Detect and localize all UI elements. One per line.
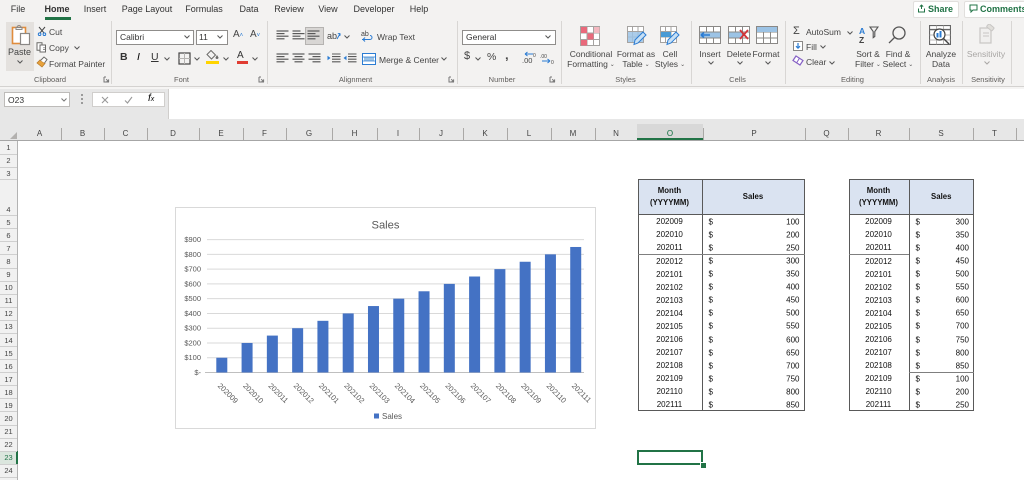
svg-text:.00: .00 — [522, 56, 532, 64]
svg-text:$700: $700 — [184, 265, 201, 274]
svg-text:$300: $300 — [184, 324, 201, 333]
svg-text:.00: .00 — [540, 54, 547, 60]
svg-text:Sales: Sales — [372, 220, 400, 232]
svg-text:$500: $500 — [184, 294, 201, 303]
svg-text:$100: $100 — [184, 353, 201, 362]
svg-text:0: 0 — [551, 60, 554, 64]
svg-text:$200: $200 — [184, 338, 201, 347]
svg-text:$800: $800 — [184, 250, 201, 259]
svg-text:$-: $- — [194, 368, 201, 377]
svg-text:ab: ab — [327, 31, 337, 41]
svg-text:0: 0 — [533, 53, 536, 59]
svg-text:$900: $900 — [184, 235, 201, 244]
svg-text:Sales: Sales — [382, 412, 402, 421]
svg-text:$600: $600 — [184, 279, 201, 288]
svg-text:Z: Z — [859, 35, 864, 44]
svg-text:$400: $400 — [184, 309, 201, 318]
svg-text:ab: ab — [361, 31, 369, 38]
